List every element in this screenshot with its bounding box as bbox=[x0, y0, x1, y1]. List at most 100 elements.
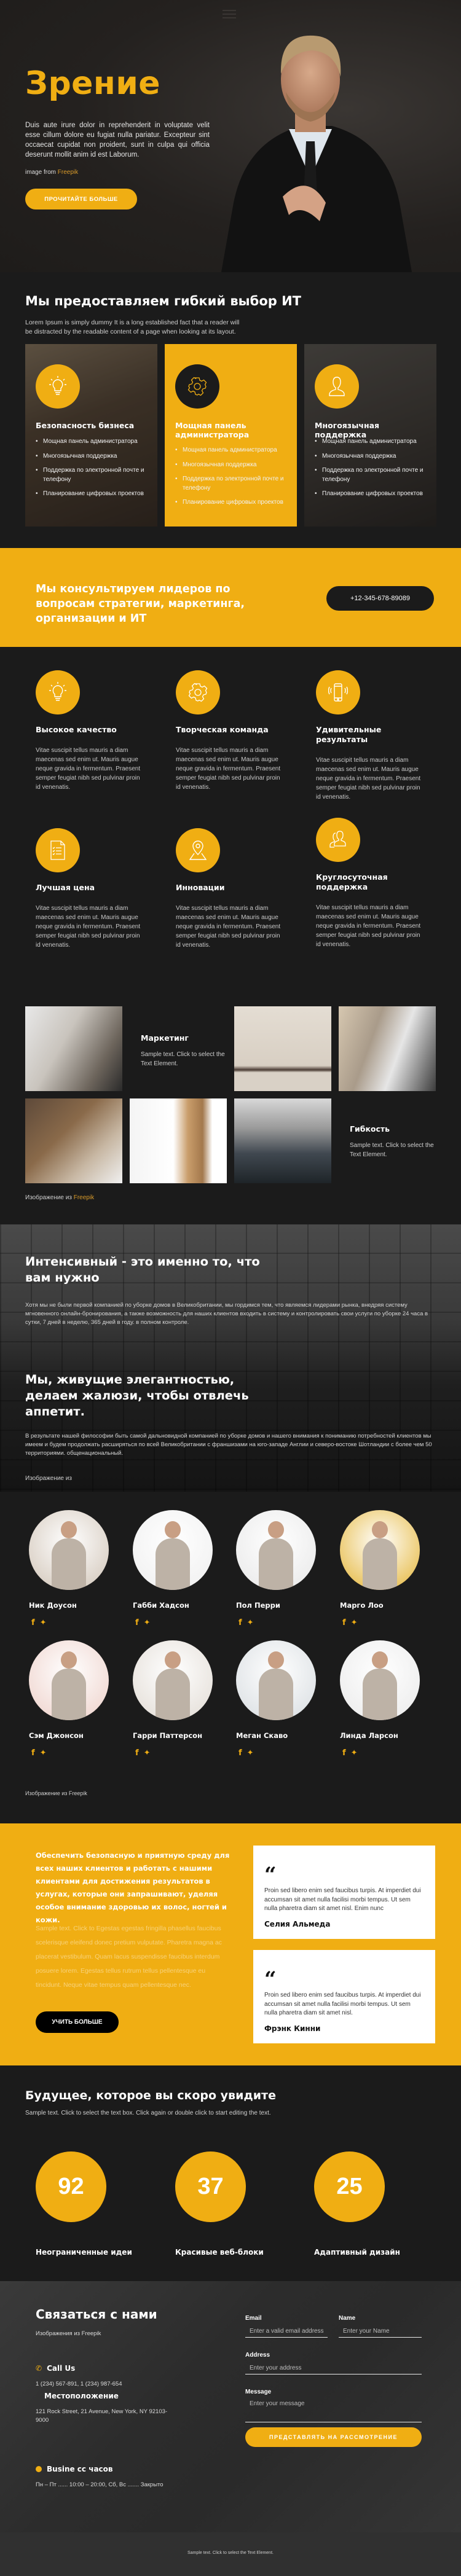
gallery-image-laptop bbox=[234, 1006, 331, 1091]
cta-band: Мы консультируем лидеров по вопросам стр… bbox=[0, 548, 461, 647]
contact-location: Местоположение 121 Rock Street, 21 Avenu… bbox=[36, 2392, 183, 2425]
gallery-title: Гибкость bbox=[350, 1124, 390, 1133]
lightbulb-icon bbox=[36, 670, 80, 714]
team-member: Габби Хадсон f ✦ bbox=[133, 1510, 225, 1627]
stat-value: 25 bbox=[314, 2151, 385, 2222]
facebook-icon[interactable]: f bbox=[342, 1618, 346, 1627]
testimonials-section: Обеспечить безопасную и приятную среду д… bbox=[0, 1823, 461, 2065]
team-member-name: Марго Лоо bbox=[340, 1601, 384, 1610]
testimonial-card: “ Proin sed libero enim sed faucibus tur… bbox=[253, 1846, 435, 1939]
footer: Sample text. Click to select the Text El… bbox=[0, 2532, 461, 2576]
facebook-icon[interactable]: f bbox=[31, 1748, 35, 1758]
social-links: f ✦ bbox=[238, 1748, 328, 1758]
submit-button[interactable]: ПРЕДСТАВЛЯТЬ НА РАССМОТРЕНИЕ bbox=[245, 2427, 422, 2447]
list-item: Многоязычная поддержка bbox=[315, 452, 431, 461]
team-member: Ник Доусон f ✦ bbox=[29, 1510, 121, 1627]
gallery-caption: Изображение из Freepik bbox=[25, 1194, 94, 1201]
name-label: Name bbox=[339, 2315, 356, 2322]
stat-label: Адаптивный дизайн bbox=[314, 2248, 400, 2257]
gallery-text: Sample text. Click to select the Text El… bbox=[350, 1142, 434, 1158]
testimonial-text: Proin sed libero enim sed faucibus turpi… bbox=[264, 1887, 421, 1912]
feature-item: Лучшая цена Vitae suscipit tellus mauris… bbox=[36, 828, 146, 950]
facebook-icon[interactable]: f bbox=[342, 1748, 346, 1758]
facebook-icon[interactable]: f bbox=[135, 1618, 139, 1627]
services-subtitle: Lorem Ipsum is simply dummy It is a long… bbox=[25, 319, 240, 335]
twitter-icon[interactable]: ✦ bbox=[144, 1748, 151, 1758]
users-icon bbox=[316, 818, 360, 862]
social-links: f ✦ bbox=[238, 1618, 328, 1627]
name-field[interactable] bbox=[339, 2325, 422, 2338]
stat-value: 37 bbox=[175, 2151, 246, 2222]
twitter-icon[interactable]: ✦ bbox=[351, 1748, 358, 1758]
list-item: Поддержка по электронной почте и телефон… bbox=[175, 475, 292, 493]
testimonial-text: Proin sed libero enim sed faucibus turpi… bbox=[264, 1992, 421, 2016]
facebook-icon[interactable]: f bbox=[135, 1748, 139, 1758]
testimonial-author: Селия Альмеда bbox=[264, 1919, 331, 1928]
gallery-image-colleagues bbox=[339, 1006, 436, 1091]
email-field[interactable] bbox=[245, 2325, 328, 2338]
freepik-link[interactable]: Freepik bbox=[58, 169, 78, 176]
quote-icon: “ bbox=[264, 1967, 277, 1992]
mission-subtext: Sample text. Click to Egestas egestas fr… bbox=[36, 1925, 222, 1989]
service-card: Безопасность бизнеса Мощная панель админ… bbox=[25, 344, 157, 527]
social-links: f ✦ bbox=[342, 1618, 432, 1627]
learn-more-button[interactable]: УЧИТЬ БОЛЬШЕ bbox=[36, 2011, 119, 2033]
list-item: Многоязычная поддержка bbox=[175, 461, 292, 470]
call-value: 1 (234) 567-891, 1 (234) 987-654 bbox=[36, 2381, 122, 2387]
team-member-name: Ник Доусон bbox=[29, 1601, 77, 1610]
team-member-photo bbox=[29, 1640, 109, 1720]
message-label: Message bbox=[245, 2389, 272, 2395]
team-member: Пол Перри f ✦ bbox=[236, 1510, 328, 1627]
card-list: Мощная панель администратора Многоязычна… bbox=[315, 437, 431, 504]
gallery-image-office bbox=[234, 1098, 331, 1183]
lightbulb-icon bbox=[36, 364, 80, 409]
address-field[interactable] bbox=[245, 2362, 422, 2374]
caption-prefix: Изображение из bbox=[25, 1194, 72, 1201]
feature-text: Vitae suscipit tellus mauris a diam maec… bbox=[36, 905, 141, 949]
contact-credit: Изображения из Freepik bbox=[36, 2330, 101, 2337]
document-checklist-icon bbox=[36, 828, 80, 872]
twitter-icon[interactable]: ✦ bbox=[247, 1618, 254, 1627]
phone-button[interactable]: +12-345-678-89089 bbox=[326, 586, 434, 611]
team-caption: Изображение из Freepik bbox=[25, 1790, 87, 1796]
freepik-link[interactable]: Freepik bbox=[74, 1194, 94, 1201]
quote-icon: “ bbox=[264, 1863, 277, 1887]
address-label: Address bbox=[245, 2352, 270, 2359]
message-field[interactable] bbox=[245, 2399, 422, 2422]
facebook-icon[interactable]: f bbox=[31, 1618, 35, 1627]
list-item: Планирование цифровых проектов bbox=[175, 498, 292, 507]
facebook-icon[interactable]: f bbox=[238, 1618, 242, 1627]
hero-section: Зрение Duis aute irure dolor in reprehen… bbox=[0, 0, 461, 272]
twitter-icon[interactable]: ✦ bbox=[247, 1748, 254, 1758]
twitter-icon[interactable]: ✦ bbox=[144, 1618, 151, 1627]
stats-title: Будущее, которое вы скоро увидите bbox=[25, 2089, 276, 2102]
intense-section: Интенсивный - это именно то, что вам нуж… bbox=[0, 1224, 461, 1492]
map-pin-icon bbox=[176, 828, 220, 872]
card-title: Многоязычная поддержка bbox=[315, 421, 380, 439]
social-links: f ✦ bbox=[31, 1618, 121, 1627]
feature-title: Удивительные результаты bbox=[316, 725, 382, 744]
feature-text: Vitae suscipit tellus mauris a diam maec… bbox=[316, 904, 421, 948]
facebook-icon[interactable]: f bbox=[238, 1748, 242, 1758]
gear-icon bbox=[176, 670, 220, 714]
card-title: Мощная панель администратора bbox=[175, 421, 250, 439]
read-more-button[interactable]: ПРОЧИТАЙТЕ БОЛЬШЕ bbox=[25, 189, 137, 209]
social-links: f ✦ bbox=[31, 1748, 121, 1758]
card-list: Мощная панель администратора Многоязычна… bbox=[36, 437, 152, 504]
list-item: Планирование цифровых проектов bbox=[315, 490, 431, 499]
twitter-icon[interactable]: ✦ bbox=[40, 1748, 47, 1758]
social-links: f ✦ bbox=[135, 1618, 225, 1627]
gallery-title: Маркетинг bbox=[141, 1033, 189, 1043]
list-item: Мощная панель администратора bbox=[315, 437, 431, 447]
twitter-icon[interactable]: ✦ bbox=[351, 1618, 358, 1627]
twitter-icon[interactable]: ✦ bbox=[40, 1618, 47, 1627]
team-section: Ник Доусон f ✦ Габби Хадсон f ✦ Пол Перри f ✦ Мар… bbox=[0, 1492, 461, 1823]
contact-title: Связаться с нами bbox=[36, 2307, 157, 2322]
user-icon bbox=[315, 364, 359, 409]
elegance-title: Мы, живущие элегантностью, делаем жалюзи… bbox=[25, 1372, 249, 1419]
gear-icon bbox=[175, 364, 219, 409]
service-card: Мощная панель администратора Мощная пане… bbox=[165, 344, 297, 527]
team-member: Меган Скаво f ✦ bbox=[236, 1640, 328, 1758]
services-section: Мы предоставляем гибкий выбор ИТ Lorem I… bbox=[0, 272, 461, 546]
feature-item: Инновации Vitae suscipit tellus mauris a… bbox=[176, 828, 286, 950]
